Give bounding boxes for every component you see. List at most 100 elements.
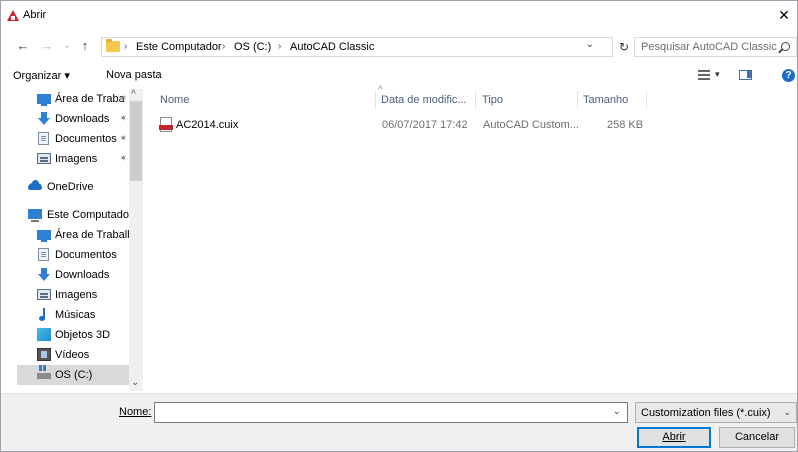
folder-icon xyxy=(106,39,120,52)
sidebar-item-label: Área de Traba xyxy=(55,93,125,105)
recent-locations-icon[interactable]: ⌄ xyxy=(59,37,75,55)
sidebar-item-label: Imagens xyxy=(55,289,98,301)
sidebar-item-onedrive[interactable]: OneDrive xyxy=(17,177,143,197)
column-header-size[interactable]: Tamanho xyxy=(583,89,647,111)
drive-icon xyxy=(37,368,51,379)
sidebar-item-label: Documentos xyxy=(55,133,117,145)
file-name-dropdown-icon[interactable]: ⌄ xyxy=(613,406,621,417)
breadcrumb-os-c[interactable]: OS (C:) xyxy=(234,41,271,53)
organize-button[interactable]: Organizar ▾ xyxy=(13,69,70,82)
sidebar-item-videos[interactable]: Vídeos xyxy=(17,345,143,365)
view-dropdown-icon[interactable]: ▾ xyxy=(715,69,720,80)
download-icon xyxy=(37,268,51,281)
breadcrumb-este-computador[interactable]: Este Computador xyxy=(136,41,222,53)
command-bar: Organizar ▾ Nova pasta ▾ ? xyxy=(1,63,797,87)
sidebar-item-este-computador[interactable]: Este Computador xyxy=(17,205,143,225)
column-divider[interactable] xyxy=(577,91,578,109)
sidebar-item-downloads[interactable]: Downloads xyxy=(17,265,143,285)
column-divider[interactable] xyxy=(646,91,647,109)
close-button[interactable]: ✕ xyxy=(769,1,797,31)
download-icon xyxy=(37,112,51,125)
search-placeholder: Pesquisar AutoCAD Classic xyxy=(641,41,777,53)
onedrive-icon xyxy=(28,180,42,190)
file-name-input[interactable] xyxy=(154,402,628,423)
sidebar-item-os-c[interactable]: OS (C:) xyxy=(17,365,143,385)
desktop-icon xyxy=(37,94,51,106)
breadcrumb-autocad-classic[interactable]: AutoCAD Classic xyxy=(290,41,374,53)
column-header-date-modified[interactable]: Data de modific... xyxy=(381,89,481,111)
search-icon[interactable] xyxy=(781,42,790,51)
sidebar-item-imagens[interactable]: Imagens xyxy=(17,285,143,305)
column-header-label: Data de modific... xyxy=(381,94,467,106)
sidebar-item-imagens-quick[interactable]: Imagens ✶ xyxy=(17,149,143,169)
preview-pane-icon[interactable] xyxy=(739,70,752,80)
videos-icon xyxy=(37,348,51,361)
breadcrumb-separator: › xyxy=(124,41,128,52)
address-dropdown-icon[interactable]: ⌄ xyxy=(586,39,594,50)
column-header-type[interactable]: Tipo xyxy=(482,89,577,111)
address-bar[interactable]: › Este Computador › OS (C:) › AutoCAD Cl… xyxy=(101,37,613,57)
navigation-bar: ← → ⌄ ↑ › Este Computador › OS (C:) › Au… xyxy=(1,33,797,59)
sidebar-item-area-de-trabalho-quick[interactable]: Área de Traba ✶ xyxy=(17,89,143,109)
forward-icon[interactable]: → xyxy=(39,37,55,55)
sidebar-item-label: OS (C:) xyxy=(55,369,93,381)
help-icon[interactable]: ? xyxy=(782,69,795,82)
open-file-dialog: Abrir ✕ ← → ⌄ ↑ › Este Computador › OS (… xyxy=(0,0,798,452)
new-folder-button[interactable]: Nova pasta xyxy=(106,69,162,81)
file-type-select[interactable]: Customization files (*.cuix) ⌄ xyxy=(635,402,797,423)
sidebar-item-label: Documentos xyxy=(55,249,117,261)
pin-icon: ✶ xyxy=(119,133,127,143)
column-divider[interactable] xyxy=(475,91,476,109)
pin-icon: ✶ xyxy=(119,93,127,103)
sidebar-item-musicas[interactable]: Músicas xyxy=(17,305,143,325)
pictures-icon xyxy=(37,153,51,164)
sidebar-item-label: Área de Trabalho xyxy=(55,229,140,241)
cuix-file-icon xyxy=(159,117,173,132)
sidebar-item-label: Downloads xyxy=(55,113,110,125)
up-folder-icon[interactable]: ↑ xyxy=(77,37,93,55)
file-name-label-text: Nome: xyxy=(119,406,152,418)
objects-3d-icon xyxy=(37,328,51,341)
column-header-label: Tamanho xyxy=(583,94,629,106)
search-input[interactable]: Pesquisar AutoCAD Classic xyxy=(634,37,797,57)
file-size: 258 KB xyxy=(607,119,644,131)
breadcrumb-separator: › xyxy=(278,41,282,52)
sidebar-scrollbar[interactable]: ^ ⌄ xyxy=(129,89,143,391)
sidebar-item-label: Músicas xyxy=(55,309,96,321)
view-options-icon[interactable] xyxy=(698,70,710,80)
pin-icon: ✶ xyxy=(119,153,127,163)
sidebar-item-objetos-3d[interactable]: Objetos 3D xyxy=(17,325,143,345)
cancel-button[interactable]: Cancelar xyxy=(719,427,795,448)
scroll-thumb[interactable] xyxy=(130,101,142,181)
file-row[interactable]: AC2014.cuix 06/07/2017 17:42 AutoCAD Cus… xyxy=(156,115,643,135)
sidebar-item-label: Este Computador xyxy=(47,209,133,221)
column-divider[interactable] xyxy=(375,91,376,109)
sidebar-item-area-de-trabalho[interactable]: Área de Trabalho xyxy=(17,225,143,245)
desktop-icon xyxy=(37,230,51,242)
sidebar-item-label: Imagens xyxy=(55,153,98,165)
sidebar-item-label: Objetos 3D xyxy=(55,329,111,341)
title-bar: Abrir ✕ xyxy=(1,1,797,31)
sidebar-item-documentos[interactable]: Documentos xyxy=(17,245,143,265)
column-header-label: Tipo xyxy=(482,94,503,106)
computer-icon xyxy=(28,209,42,222)
refresh-icon[interactable]: ↻ xyxy=(619,40,629,54)
scroll-down-icon[interactable]: ⌄ xyxy=(131,377,139,388)
scroll-up-icon[interactable]: ^ xyxy=(131,89,136,100)
sidebar-item-label: OneDrive xyxy=(47,181,94,193)
file-name-label: Nome: xyxy=(119,406,151,418)
file-name: AC2014.cuix xyxy=(176,119,239,131)
cancel-button-label: Cancelar xyxy=(734,431,780,443)
column-header-name[interactable]: Nome xyxy=(160,89,378,111)
sidebar-item-downloads-quick[interactable]: Downloads ✶ xyxy=(17,109,143,129)
music-icon xyxy=(37,308,51,321)
open-button[interactable]: Abrir xyxy=(637,427,711,448)
file-type-value: Customization files (*.cuix) xyxy=(641,407,771,419)
file-list: ^ Nome Data de modific... Tipo Tamanho A… xyxy=(146,85,797,391)
sidebar-item-documentos-quick[interactable]: Documentos ✶ xyxy=(17,129,143,149)
chevron-down-icon: ⌄ xyxy=(783,407,791,417)
column-header-label: Nome xyxy=(160,94,190,106)
sidebar-item-label: Vídeos xyxy=(55,349,90,361)
back-icon[interactable]: ← xyxy=(15,37,31,55)
breadcrumb-separator: › xyxy=(222,41,226,52)
